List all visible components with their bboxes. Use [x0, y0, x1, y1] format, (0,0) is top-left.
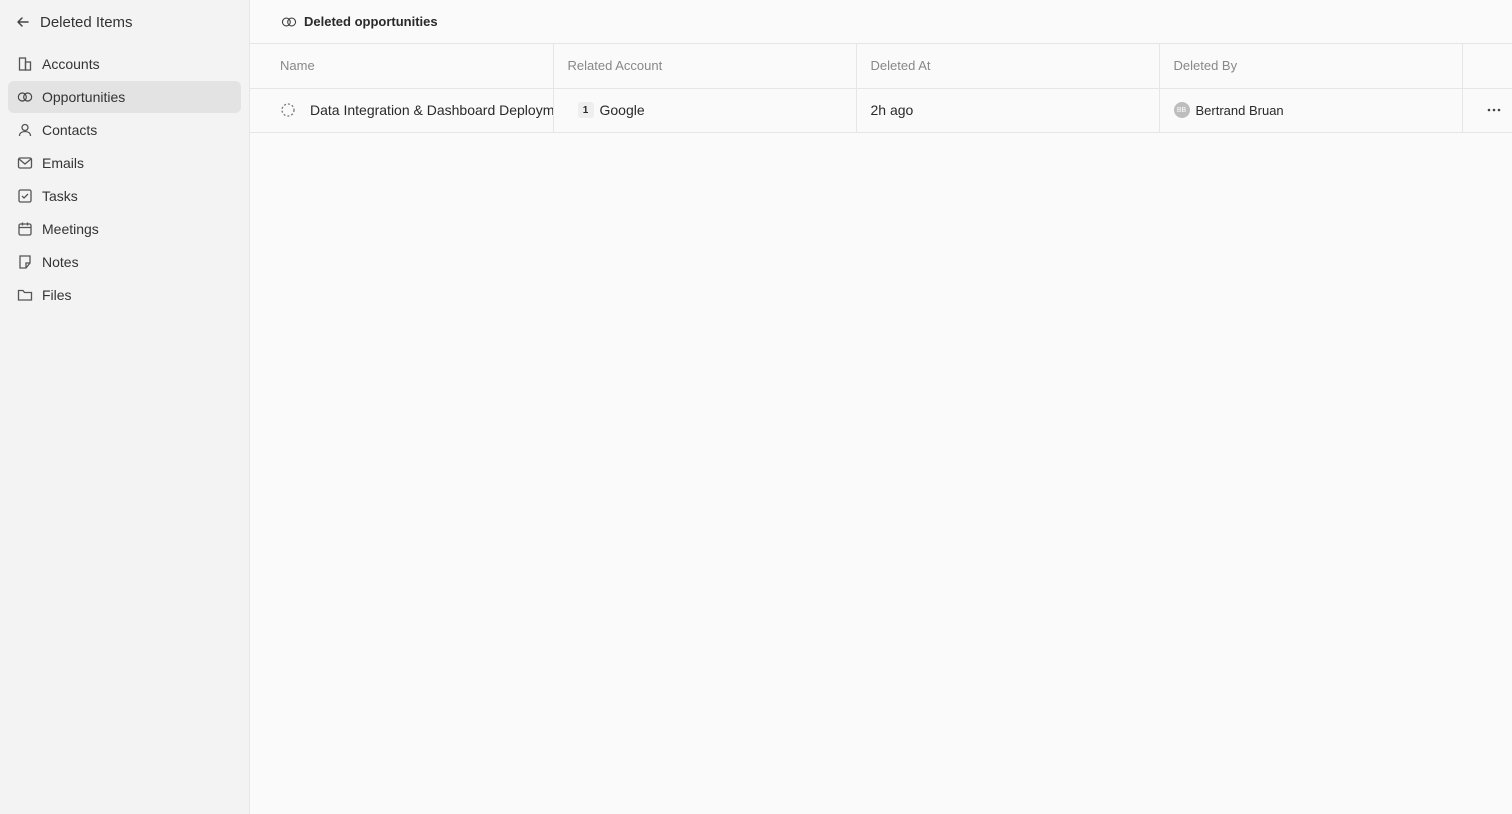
column-header-related-account[interactable]: Related Account	[553, 44, 857, 89]
sidebar-item-accounts[interactable]: Accounts	[8, 48, 241, 80]
cell-related-account[interactable]: 1 Google	[553, 88, 857, 133]
account-logo: 1	[577, 102, 594, 118]
sidebar-item-label: Notes	[42, 254, 79, 270]
sidebar-item-label: Emails	[42, 155, 85, 171]
sidebar-item-label: Files	[42, 287, 72, 303]
sidebar-item-label: Accounts	[42, 56, 100, 72]
column-header-deleted-by[interactable]: Deleted By	[1159, 44, 1463, 89]
more-horizontal-icon	[1487, 108, 1501, 112]
note-icon	[16, 253, 34, 271]
column-header-name[interactable]: Name	[250, 44, 554, 89]
deleted-items-table: Name Related Account Deleted At Deleted …	[250, 44, 1512, 133]
avatar: BB	[1173, 102, 1190, 118]
deleted-by-name: Bertrand Bruan	[1195, 102, 1284, 118]
sidebar-title: Deleted Items	[40, 13, 133, 31]
sidebar-item-emails[interactable]: Emails	[8, 147, 241, 179]
sidebar-item-label: Opportunities	[42, 89, 126, 105]
dashed-circle-icon	[281, 103, 295, 117]
page-title: Deleted opportunities	[304, 14, 438, 29]
opportunities-icon	[16, 88, 34, 106]
table-row[interactable]: Data Integration & Dashboard Deployment …	[250, 88, 1512, 133]
sidebar-item-files[interactable]: Files	[8, 279, 241, 311]
more-actions-button[interactable]	[1477, 89, 1512, 132]
column-header-deleted-at[interactable]: Deleted At	[856, 44, 1160, 89]
sidebar-item-label: Tasks	[42, 188, 78, 204]
cell-actions	[1462, 88, 1512, 133]
mail-icon	[16, 154, 34, 172]
cell-deleted-at: 2h ago	[856, 88, 1160, 133]
cell-deleted-by: BB Bertrand Bruan	[1159, 88, 1463, 133]
sidebar-nav: Accounts Opportunities Contacts Emails T…	[0, 44, 249, 311]
main-panel: Deleted opportunities Name Related Accou…	[250, 0, 1512, 814]
sidebar-header: Deleted Items	[0, 0, 249, 44]
main-header: Deleted opportunities	[250, 0, 1512, 44]
checkbox-icon	[16, 187, 34, 205]
column-header-actions	[1462, 44, 1512, 89]
account-name: Google	[599, 102, 645, 118]
opportunity-name: Data Integration & Dashboard Deployment	[310, 102, 553, 118]
calendar-icon	[16, 220, 34, 238]
arrow-left-icon[interactable]	[14, 13, 32, 31]
folder-icon	[16, 286, 34, 304]
cell-name[interactable]: Data Integration & Dashboard Deployment	[250, 88, 554, 133]
sidebar-item-opportunities[interactable]: Opportunities	[8, 81, 241, 113]
sidebar-item-meetings[interactable]: Meetings	[8, 213, 241, 245]
person-icon	[16, 121, 34, 139]
sidebar-item-contacts[interactable]: Contacts	[8, 114, 241, 146]
table-header-row: Name Related Account Deleted At Deleted …	[250, 44, 1512, 89]
sidebar-item-notes[interactable]: Notes	[8, 246, 241, 278]
sidebar-item-label: Contacts	[42, 122, 98, 138]
building-icon	[16, 55, 34, 73]
sidebar-item-label: Meetings	[42, 221, 99, 237]
sidebar: Deleted Items Accounts Opportunities Con…	[0, 0, 250, 814]
opportunities-icon	[280, 13, 298, 31]
sidebar-item-tasks[interactable]: Tasks	[8, 180, 241, 212]
